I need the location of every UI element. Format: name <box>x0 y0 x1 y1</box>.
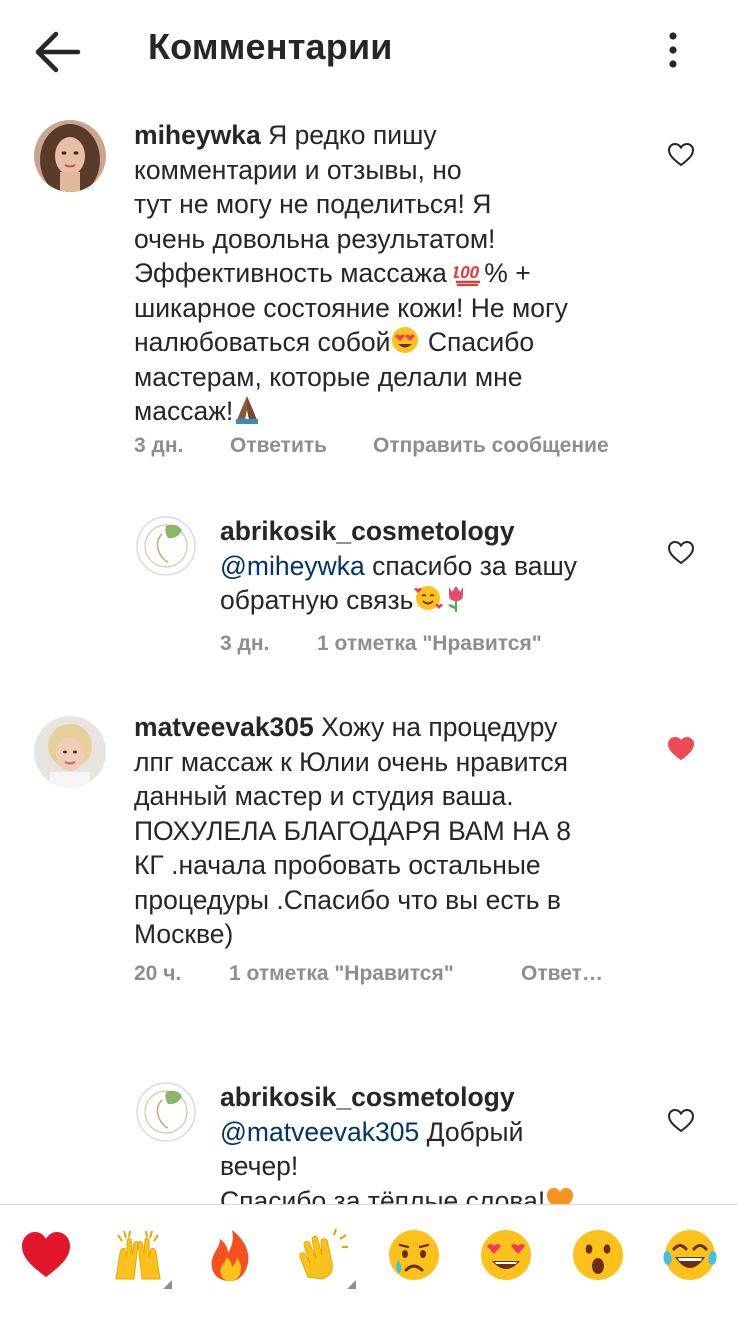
comment-text: abrikosik_cosmetology @miheywka спасибо … <box>220 514 640 618</box>
heart-eyes-face-icon <box>481 1230 531 1280</box>
comment-item: miheywka Я редко пишу комментарии и отзы… <box>0 100 738 480</box>
comment-line: спасибо за вашу <box>372 550 578 581</box>
reply-item: abrikosik_cosmetology @matveevak305 Добр… <box>0 1066 738 1204</box>
red-heart-icon <box>22 1232 70 1277</box>
page-title: Комментарии <box>148 26 393 67</box>
heart-outline-icon <box>667 1108 695 1133</box>
reaction-surprised-button[interactable] <box>570 1227 626 1283</box>
avatar[interactable] <box>34 120 106 192</box>
reaction-crying-button[interactable] <box>386 1227 442 1283</box>
comment-line: процедуры .Спасибо что вы есть в <box>134 884 561 915</box>
reaction-fire-button[interactable] <box>202 1227 258 1283</box>
avatar[interactable] <box>136 516 196 576</box>
comment-line: комментарии и отзывы, но <box>134 154 462 185</box>
comment-line: данный мастер и студия ваша. <box>134 781 514 811</box>
arrow-left-icon <box>35 31 81 73</box>
surprised-face-icon <box>573 1230 623 1280</box>
mention-link[interactable]: @miheywka <box>220 551 365 581</box>
comment-line: Хожу на процедуру <box>321 712 558 742</box>
reaction-heart-button[interactable] <box>18 1227 74 1283</box>
quick-reactions-bar <box>0 1204 738 1305</box>
comment-line: Москве) <box>134 919 234 949</box>
comment-text: miheywka Я редко пишу комментарии и отзы… <box>134 118 654 429</box>
reply-button[interactable]: Ответ… <box>521 962 603 986</box>
reaction-clapping-button[interactable] <box>294 1227 356 1289</box>
mention-link[interactable]: @matveevak305 <box>220 1117 419 1147</box>
comment-line: налюбоваться собой <box>134 327 391 357</box>
avatar[interactable] <box>34 716 106 788</box>
variants-indicator <box>163 1280 172 1289</box>
comment-line: обратную связь <box>220 585 414 615</box>
comment-line: Эффективность массажа <box>134 258 447 288</box>
comment-username[interactable]: abrikosik_cosmetology <box>220 1080 640 1115</box>
comment-text: matveevak305 Хожу на процедуру лпг масса… <box>134 710 654 952</box>
likes-count[interactable]: 1 отметка "Нравится" <box>229 962 454 986</box>
comment-line: вечер! <box>220 1151 299 1181</box>
reply-item: abrikosik_cosmetology @miheywka спасибо … <box>0 500 738 680</box>
like-button[interactable] <box>667 1108 695 1134</box>
tears-of-joy-face-icon <box>663 1230 717 1280</box>
comment-line: % + <box>484 258 531 288</box>
send-message-button[interactable]: Отправить сообщение <box>373 434 609 458</box>
heart-outline-icon <box>667 540 695 565</box>
comments-list[interactable]: miheywka Я редко пишу комментарии и отзы… <box>0 100 738 1204</box>
comment-line: ПОХУЛЕЛА БЛАГОДАРЯ ВАМ НА 8 <box>134 815 571 846</box>
comment-item: matveevak305 Хожу на процедуру лпг масса… <box>0 698 738 1008</box>
comment-line: шикарное состояние кожи! Не могу <box>134 292 568 323</box>
comment-line: тут не могу не поделиться! Я <box>134 189 492 219</box>
comment-time: 3 дн. <box>134 434 184 457</box>
like-button[interactable] <box>667 142 695 168</box>
bottom-spacer <box>0 1304 738 1328</box>
comment-line: очень довольна результатом! <box>134 223 496 254</box>
comment-line: массаж! <box>134 396 234 426</box>
comment-line: Я редко пишу <box>268 120 437 150</box>
comment-meta: 3 дн. 1 отметка "Нравится" <box>220 632 660 658</box>
reaction-raising-hands-button[interactable] <box>110 1227 172 1289</box>
back-button[interactable] <box>30 28 86 76</box>
like-button[interactable] <box>667 736 695 762</box>
comment-text: abrikosik_cosmetology @matveevak305 Добр… <box>220 1080 640 1204</box>
svg-text:100: 100 <box>454 262 481 282</box>
comment-username[interactable]: abrikosik_cosmetology <box>220 514 640 549</box>
heart-eyes-face-icon <box>392 327 419 353</box>
heart-filled-icon <box>667 736 695 761</box>
comment-meta: 20 ч. 1 отметка "Нравится" Ответ… <box>134 962 614 988</box>
comment-username[interactable]: matveevak305 <box>134 712 314 742</box>
comment-line: лпг массаж к Юлии очень нравится <box>134 746 569 777</box>
comment-line: Спасибо за тёплые слова! <box>220 1185 546 1205</box>
raising-hands-icon <box>115 1230 161 1280</box>
header-bar: Комментарии <box>0 0 738 100</box>
crying-face-icon <box>389 1230 439 1280</box>
heart-outline-icon <box>667 142 695 167</box>
likes-count[interactable]: 1 отметка "Нравится" <box>317 632 542 656</box>
more-options-button[interactable] <box>656 28 690 76</box>
hundred-points-icon: 100 <box>454 262 482 286</box>
reaction-heart-eyes-button[interactable] <box>478 1227 534 1283</box>
tulip-icon <box>448 586 464 612</box>
clapping-hands-icon <box>299 1228 348 1280</box>
fire-icon <box>211 1230 249 1281</box>
comment-line: КГ .начала пробовать остальные <box>134 850 541 880</box>
comment-line: Спасибо <box>427 327 535 357</box>
like-button[interactable] <box>667 540 695 566</box>
comment-username[interactable]: miheywka <box>134 120 261 150</box>
comment-time: 20 ч. <box>134 962 182 985</box>
orange-heart-icon <box>547 1187 574 1204</box>
variants-indicator <box>347 1280 356 1289</box>
comment-line: мастерам, которые делали мне <box>134 361 523 392</box>
folded-hands-icon <box>236 396 259 424</box>
more-vertical-icon <box>669 32 677 68</box>
avatar[interactable] <box>136 1082 196 1142</box>
reply-button[interactable]: Ответить <box>230 434 327 458</box>
smiling-face-with-hearts-icon <box>414 586 444 610</box>
comment-meta: 3 дн. Ответить Отправить сообщение <box>134 434 694 460</box>
reaction-tears-of-joy-button[interactable] <box>662 1227 718 1283</box>
comment-line: Добрый <box>426 1116 524 1147</box>
comment-time: 3 дн. <box>220 632 270 655</box>
